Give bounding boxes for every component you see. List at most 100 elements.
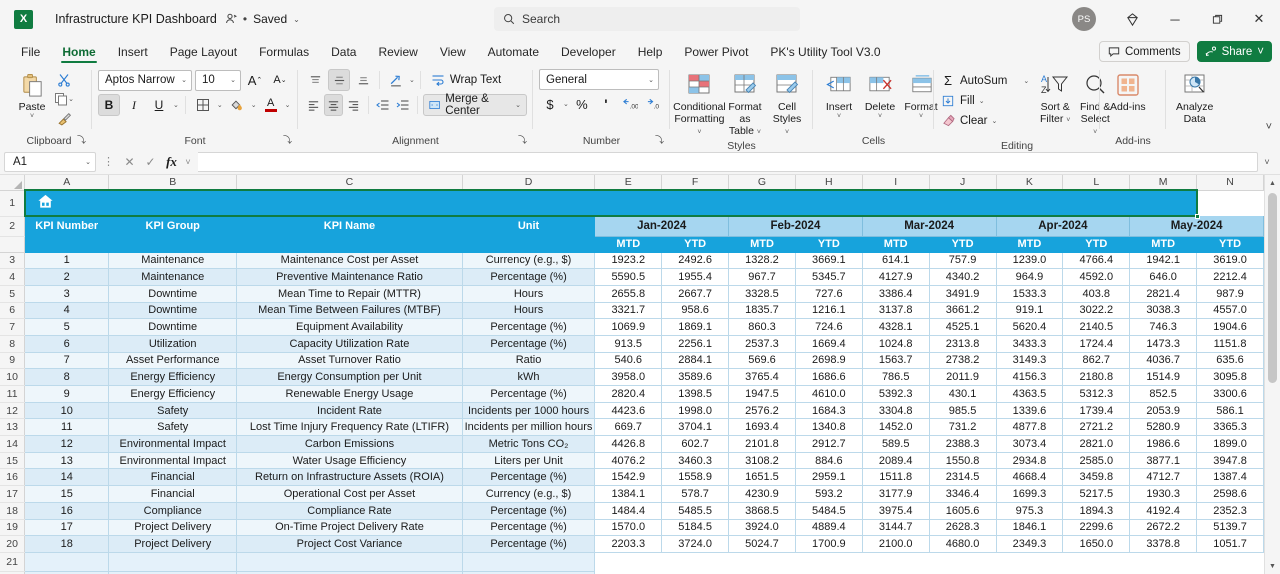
kpi-unit-cell[interactable]: Currency (e.g., $) [462, 485, 596, 503]
kpi-group-cell[interactable]: Project Delivery [108, 535, 238, 553]
value-cell[interactable]: 3149.3 [996, 352, 1064, 370]
row-header-14[interactable]: 14 [0, 435, 26, 453]
row-header-18[interactable]: 18 [0, 502, 26, 520]
value-cell[interactable]: 1542.9 [594, 468, 663, 487]
value-cell[interactable]: 1923.2 [594, 252, 663, 270]
font-dialog-launcher-icon[interactable]: ⤵ [283, 133, 292, 148]
kpi-number-cell[interactable]: 9 [24, 385, 110, 403]
value-cell[interactable]: 2884.1 [661, 352, 730, 370]
value-cell[interactable]: 4363.5 [996, 385, 1064, 403]
value-cell[interactable]: 1570.0 [594, 519, 663, 537]
empty-cell[interactable] [996, 552, 1063, 572]
kpi-number-cell[interactable]: 4 [24, 302, 110, 320]
value-cell[interactable]: 724.6 [795, 318, 863, 336]
kpi-group-cell[interactable]: Energy Efficiency [108, 385, 238, 403]
kpi-number-cell[interactable]: 15 [24, 485, 110, 503]
kpi-name-cell[interactable]: Water Usage Efficiency [236, 452, 463, 470]
value-cell[interactable]: 5345.7 [795, 268, 863, 286]
kpi-group-cell[interactable]: Maintenance [108, 268, 238, 286]
month-header-Mar-2024[interactable]: Mar-2024 [862, 216, 997, 237]
row-header-3[interactable]: 3 [0, 252, 26, 270]
value-cell[interactable]: 2959.1 [795, 468, 863, 487]
align-center-button[interactable] [324, 94, 343, 116]
metric-header-Feb-2024-YTD[interactable]: YTD [795, 236, 863, 253]
empty-cell[interactable] [795, 552, 863, 572]
format-as-table-button[interactable]: Format as Table ˅ [725, 69, 765, 139]
value-cell[interactable]: 2667.7 [661, 285, 730, 303]
value-cell[interactable]: 2576.2 [728, 402, 796, 420]
kpi-group-cell[interactable]: Safety [108, 402, 238, 420]
row-header-1[interactable]: 1 [0, 190, 26, 217]
value-cell[interactable]: 2011.9 [929, 368, 997, 386]
value-cell[interactable]: 3661.2 [929, 302, 997, 320]
row-header-17[interactable]: 17 [0, 485, 26, 503]
kpi-group-cell[interactable]: Asset Performance [108, 352, 238, 370]
currency-format-button[interactable]: $ [539, 93, 561, 115]
value-cell[interactable]: 2314.5 [929, 468, 997, 487]
fill-color-button[interactable] [226, 94, 248, 116]
value-cell[interactable]: 586.1 [1196, 402, 1264, 420]
value-cell[interactable]: 3704.1 [661, 418, 730, 437]
kpi-group-cell[interactable]: Financial [108, 468, 238, 487]
value-cell[interactable]: 1151.8 [1196, 335, 1264, 353]
value-cell[interactable]: 4889.4 [795, 519, 863, 537]
tab-power-pivot[interactable]: Power Pivot [673, 42, 759, 64]
value-cell[interactable]: 4076.2 [594, 452, 663, 470]
scroll-down-button[interactable]: ▼ [1265, 558, 1280, 574]
value-cell[interactable]: 1686.6 [795, 368, 863, 386]
align-middle-button[interactable] [328, 69, 350, 91]
kpi-number-cell[interactable]: 6 [24, 335, 110, 353]
tab-page-layout[interactable]: Page Layout [159, 42, 248, 64]
kpi-unit-cell[interactable]: Hours [462, 302, 596, 320]
value-cell[interactable]: 2628.3 [929, 519, 997, 537]
value-cell[interactable]: 3300.6 [1196, 385, 1264, 403]
kpi-number-cell[interactable]: 7 [24, 352, 110, 370]
scrollbar-thumb[interactable] [1268, 193, 1277, 383]
close-button[interactable]: ✕ [1238, 0, 1280, 38]
number-format-combo[interactable]: General ⌄ [539, 69, 659, 90]
value-cell[interactable]: 1869.1 [661, 318, 730, 336]
merge-center-button[interactable]: Merge & Center ⌄ [423, 93, 528, 117]
document-title[interactable]: Infrastructure KPI Dashboard [55, 12, 217, 26]
value-cell[interactable]: 3365.3 [1196, 418, 1264, 437]
value-cell[interactable]: 2537.3 [728, 335, 796, 353]
value-cell[interactable]: 3868.5 [728, 502, 796, 520]
tab-formulas[interactable]: Formulas [248, 42, 320, 64]
kpi-unit-cell[interactable]: kWh [462, 368, 596, 386]
kpi-unit-cell[interactable]: Percentage (%) [462, 335, 596, 353]
value-cell[interactable]: 1955.4 [661, 268, 730, 286]
tab-developer[interactable]: Developer [550, 42, 627, 64]
kpi-number-cell[interactable]: 3 [24, 285, 110, 303]
value-cell[interactable]: 5392.3 [862, 385, 930, 403]
empty-cell[interactable] [1196, 552, 1264, 572]
value-cell[interactable]: 4156.3 [996, 368, 1064, 386]
value-cell[interactable]: 1739.4 [1062, 402, 1131, 420]
formula-input[interactable] [198, 151, 1258, 172]
kpi-unit-cell[interactable]: Metric Tons CO₂ [462, 435, 596, 453]
kpi-name-cell[interactable]: Operational Cost per Asset [236, 485, 463, 503]
conditional-formatting-button[interactable]: Conditional Formatting ˅ [673, 69, 726, 139]
value-cell[interactable]: 2349.3 [996, 535, 1064, 553]
row-header-16[interactable]: 16 [0, 468, 26, 487]
value-cell[interactable]: 967.7 [728, 268, 796, 286]
column-header-A[interactable]: A [24, 175, 110, 191]
value-cell[interactable]: 5139.7 [1196, 519, 1264, 537]
kpi-number-cell[interactable]: 13 [24, 452, 110, 470]
column-header-M[interactable]: M [1129, 175, 1198, 191]
value-cell[interactable]: 2820.4 [594, 385, 663, 403]
value-cell[interactable]: 4230.9 [728, 485, 796, 503]
value-cell[interactable]: 540.6 [594, 352, 663, 370]
cell-styles-button[interactable]: Cell Styles ˅ [767, 69, 807, 139]
empty-cell[interactable] [1129, 552, 1197, 572]
value-cell[interactable]: 3386.4 [862, 285, 930, 303]
value-cell[interactable]: 5590.5 [594, 268, 663, 286]
underline-chevron-down-icon[interactable]: ⌄ [173, 101, 179, 109]
value-cell[interactable]: 852.5 [1129, 385, 1198, 403]
value-cell[interactable]: 569.6 [728, 352, 796, 370]
name-box[interactable]: A1 ⌄ [4, 151, 96, 172]
restore-button[interactable] [1196, 0, 1238, 38]
empty-cell[interactable] [594, 552, 662, 572]
value-cell[interactable]: 2180.8 [1062, 368, 1131, 386]
value-cell[interactable]: 3491.9 [929, 285, 997, 303]
month-header-Feb-2024[interactable]: Feb-2024 [728, 216, 863, 237]
